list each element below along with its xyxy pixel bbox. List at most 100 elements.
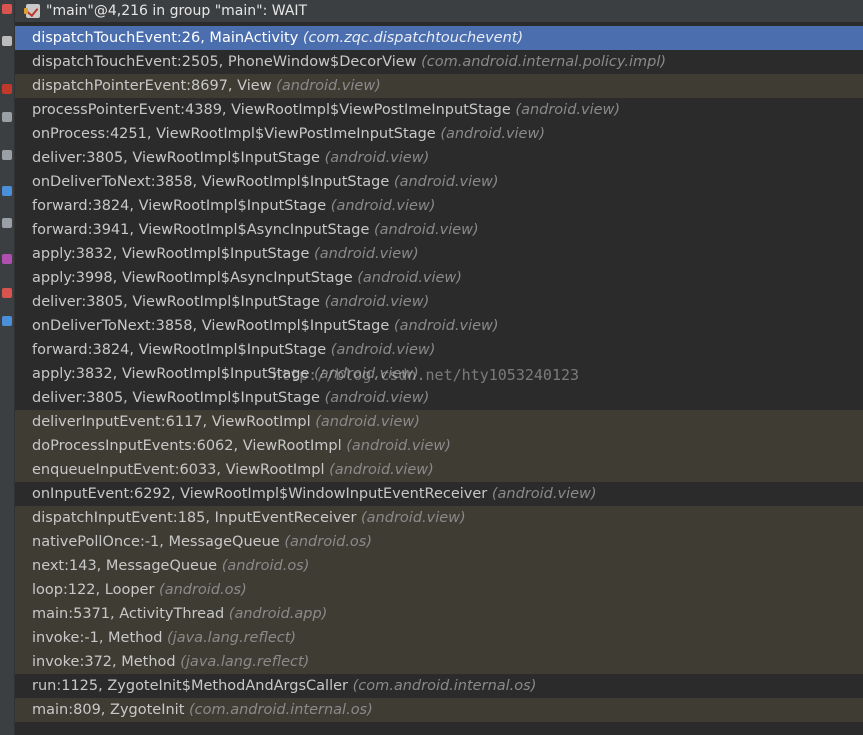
frame-method: next:143, MessageQueue: [32, 558, 218, 574]
frame-method: apply:3998, ViewRootImpl$AsyncInputStage: [32, 270, 353, 286]
frame-method: doProcessInputEvents:6062, ViewRootImpl: [32, 438, 342, 454]
frame-method: apply:3832, ViewRootImpl$InputStage: [32, 246, 310, 262]
frame-method: apply:3832, ViewRootImpl$InputStage: [32, 366, 310, 382]
stack-frame-row[interactable]: onProcess:4251, ViewRootImpl$ViewPostIme…: [15, 122, 863, 146]
frame-package: (android.os): [221, 558, 310, 574]
stack-frame-row[interactable]: processPointerEvent:4389, ViewRootImpl$V…: [15, 98, 863, 122]
frame-package: (android.view): [374, 222, 479, 238]
thread-selector[interactable]: "main"@4,216 in group "main": WAIT: [15, 0, 863, 23]
stack-frame-row[interactable]: next:143, MessageQueue (android.os): [15, 554, 863, 578]
frame-package: (android.view): [393, 174, 499, 190]
stack-frame-row[interactable]: apply:3998, ViewRootImpl$AsyncInputStage…: [15, 266, 863, 290]
stack-frame-row[interactable]: enqueueInputEvent:6033, ViewRootImpl (an…: [15, 458, 863, 482]
frame-package: (android.view): [357, 270, 462, 286]
stack-frame-row[interactable]: dispatchInputEvent:185, InputEventReceiv…: [15, 506, 863, 530]
frame-method: deliverInputEvent:6117, ViewRootImpl: [32, 414, 311, 430]
frame-package: (android.os): [159, 582, 247, 598]
frame-method: onDeliverToNext:3858, ViewRootImpl$Input…: [32, 318, 390, 334]
frame-method: deliver:3805, ViewRootImpl$InputStage: [32, 294, 320, 310]
stack-frame-row[interactable]: onDeliverToNext:3858, ViewRootImpl$Input…: [15, 170, 863, 194]
frame-package: (android.view): [314, 246, 419, 262]
frame-method: loop:122, Looper: [32, 582, 155, 598]
stack-frame-row[interactable]: doProcessInputEvents:6062, ViewRootImpl …: [15, 434, 863, 458]
stack-frame-row[interactable]: nativePollOnce:-1, MessageQueue (android…: [15, 530, 863, 554]
stack-frame-row[interactable]: main:5371, ActivityThread (android.app): [15, 602, 863, 626]
stack-frame-row[interactable]: dispatchPointerEvent:8697, View (android…: [15, 74, 863, 98]
frame-package: (android.view): [393, 318, 499, 334]
thread-label: "main"@4,216 in group "main": WAIT: [46, 3, 308, 19]
thread-icon: [24, 4, 40, 18]
more-icon[interactable]: [2, 36, 12, 46]
frame-package: (android.view): [276, 78, 381, 94]
step-icon[interactable]: [2, 186, 12, 196]
frame-method: onProcess:4251, ViewRootImpl$ViewPostIme…: [32, 126, 436, 142]
stack-frame-row[interactable]: invoke:372, Method (java.lang.reflect): [15, 650, 863, 674]
frame-package: (android.view): [330, 198, 436, 214]
frame-method: dispatchPointerEvent:8697, View: [32, 78, 272, 94]
frame-method: dispatchTouchEvent:26, MainActivity: [32, 30, 299, 46]
frame-package: (android.view): [515, 102, 621, 118]
frame-package: (android.view): [324, 150, 430, 166]
frame-package: (android.view): [315, 414, 420, 430]
stack-frame-row[interactable]: deliverInputEvent:6117, ViewRootImpl (an…: [15, 410, 863, 434]
frame-package: (android.view): [324, 390, 430, 406]
stack-frame-row[interactable]: forward:3824, ViewRootImpl$InputStage (a…: [15, 194, 863, 218]
frame-package: (android.view): [346, 438, 451, 454]
help-icon[interactable]: [2, 316, 12, 326]
stack-frame-row[interactable]: run:1125, ZygoteInit$MethodAndArgsCaller…: [15, 674, 863, 698]
frame-method: forward:3824, ViewRootImpl$InputStage: [32, 342, 327, 358]
frame-method: processPointerEvent:4389, ViewRootImpl$V…: [32, 102, 511, 118]
frame-method: run:1125, ZygoteInit$MethodAndArgsCaller: [32, 678, 348, 694]
frame-method: onDeliverToNext:3858, ViewRootImpl$Input…: [32, 174, 390, 190]
frame-package: (com.android.internal.policy.impl): [421, 54, 667, 70]
frame-package: (com.android.internal.os): [352, 678, 537, 694]
frame-package: (com.android.internal.os): [189, 702, 373, 718]
camera-icon[interactable]: [2, 112, 12, 122]
stack-frame-row[interactable]: apply:3832, ViewRootImpl$InputStage (and…: [15, 242, 863, 266]
frame-method: deliver:3805, ViewRootImpl$InputStage: [32, 390, 320, 406]
frame-method: forward:3941, ViewRootImpl$AsyncInputSta…: [32, 222, 370, 238]
frame-method: onInputEvent:6292, ViewRootImpl$WindowIn…: [32, 486, 488, 502]
frame-package: (java.lang.reflect): [167, 630, 297, 646]
frame-method: invoke:372, Method: [32, 654, 176, 670]
stop-icon[interactable]: [2, 4, 12, 14]
stack-frame-row[interactable]: onDeliverToNext:3858, ViewRootImpl$Input…: [15, 314, 863, 338]
stack-frame-row[interactable]: deliver:3805, ViewRootImpl$InputStage (a…: [15, 146, 863, 170]
frame-package: (android.view): [491, 486, 597, 502]
stack-frame-row[interactable]: apply:3832, ViewRootImpl$InputStage (and…: [15, 362, 863, 386]
frame-package: (android.view): [314, 366, 419, 382]
filter-icon[interactable]: [2, 218, 12, 228]
close-icon[interactable]: [2, 288, 12, 298]
stack-frame-row[interactable]: invoke:-1, Method (java.lang.reflect): [15, 626, 863, 650]
breakpoint-icon[interactable]: [2, 84, 12, 94]
stack-frame-row[interactable]: dispatchTouchEvent:26, MainActivity (com…: [15, 26, 863, 50]
frame-package: (android.view): [324, 294, 430, 310]
frame-method: nativePollOnce:-1, MessageQueue: [32, 534, 280, 550]
mute-icon[interactable]: [2, 254, 12, 264]
stack-frame-list[interactable]: dispatchTouchEvent:26, MainActivity (com…: [15, 26, 863, 722]
stack-frame-row[interactable]: onInputEvent:6292, ViewRootImpl$WindowIn…: [15, 482, 863, 506]
frame-method: forward:3824, ViewRootImpl$InputStage: [32, 198, 327, 214]
frame-package: (android.view): [440, 126, 545, 142]
frame-method: main:809, ZygoteInit: [32, 702, 185, 718]
frame-package: (android.view): [329, 462, 434, 478]
stack-frame-row[interactable]: dispatchTouchEvent:2505, PhoneWindow$Dec…: [15, 50, 863, 74]
stack-frame-row[interactable]: main:809, ZygoteInit (com.android.intern…: [15, 698, 863, 722]
stack-frame-row[interactable]: forward:3824, ViewRootImpl$InputStage (a…: [15, 338, 863, 362]
frame-package: (com.zqc.dispatchtouchevent): [302, 30, 524, 46]
frame-method: invoke:-1, Method: [32, 630, 163, 646]
frame-package: (android.os): [284, 534, 373, 550]
frame-package: (android.view): [330, 342, 436, 358]
frame-method: enqueueInputEvent:6033, ViewRootImpl: [32, 462, 325, 478]
frame-method: dispatchInputEvent:185, InputEventReceiv…: [32, 510, 357, 526]
frame-method: dispatchTouchEvent:2505, PhoneWindow$Dec…: [32, 54, 417, 70]
frame-method: deliver:3805, ViewRootImpl$InputStage: [32, 150, 320, 166]
stack-frame-row[interactable]: deliver:3805, ViewRootImpl$InputStage (a…: [15, 386, 863, 410]
layout-icon[interactable]: [2, 150, 12, 160]
debug-toolbar-gutter: [0, 0, 15, 735]
frame-package: (android.app): [228, 606, 328, 622]
frame-method: main:5371, ActivityThread: [32, 606, 225, 622]
stack-frame-row[interactable]: deliver:3805, ViewRootImpl$InputStage (a…: [15, 290, 863, 314]
stack-frame-row[interactable]: loop:122, Looper (android.os): [15, 578, 863, 602]
stack-frame-row[interactable]: forward:3941, ViewRootImpl$AsyncInputSta…: [15, 218, 863, 242]
